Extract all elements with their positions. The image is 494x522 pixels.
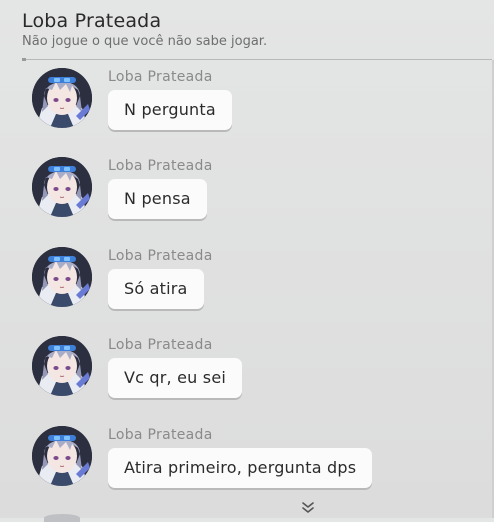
avatar-icon[interactable] bbox=[32, 426, 92, 486]
message-item: Loba Prateada N pergunta bbox=[32, 68, 472, 132]
message-item: Loba Prateada Atira primeiro, pergunta d… bbox=[32, 426, 472, 490]
message-sender: Loba Prateada bbox=[108, 427, 213, 443]
avatar-icon[interactable] bbox=[32, 68, 92, 128]
avatar-icon[interactable] bbox=[32, 247, 92, 307]
message-bubble[interactable]: Só atira bbox=[108, 269, 204, 309]
message-sender: Loba Prateada bbox=[108, 248, 213, 264]
message-list[interactable]: Loba Prateada N pergunta Loba Prateada N… bbox=[0, 0, 494, 522]
partial-avatar bbox=[44, 514, 80, 522]
message-bubble[interactable]: N pensa bbox=[108, 179, 207, 219]
message-sender: Loba Prateada bbox=[108, 69, 213, 85]
message-sender: Loba Prateada bbox=[108, 158, 213, 174]
chevron-double-down-icon[interactable] bbox=[300, 500, 316, 516]
message-bubble[interactable]: Atira primeiro, pergunta dps bbox=[108, 448, 373, 488]
message-bubble[interactable]: N pergunta bbox=[108, 90, 232, 130]
message-bubble[interactable]: Vc qr, eu sei bbox=[108, 358, 243, 398]
avatar-icon[interactable] bbox=[32, 157, 92, 217]
message-item: Loba Prateada Vc qr, eu sei bbox=[32, 336, 472, 400]
message-sender: Loba Prateada bbox=[108, 337, 213, 353]
avatar-icon[interactable] bbox=[32, 336, 92, 396]
message-item: Loba Prateada Só atira bbox=[32, 247, 472, 311]
message-item: Loba Prateada N pensa bbox=[32, 157, 472, 221]
